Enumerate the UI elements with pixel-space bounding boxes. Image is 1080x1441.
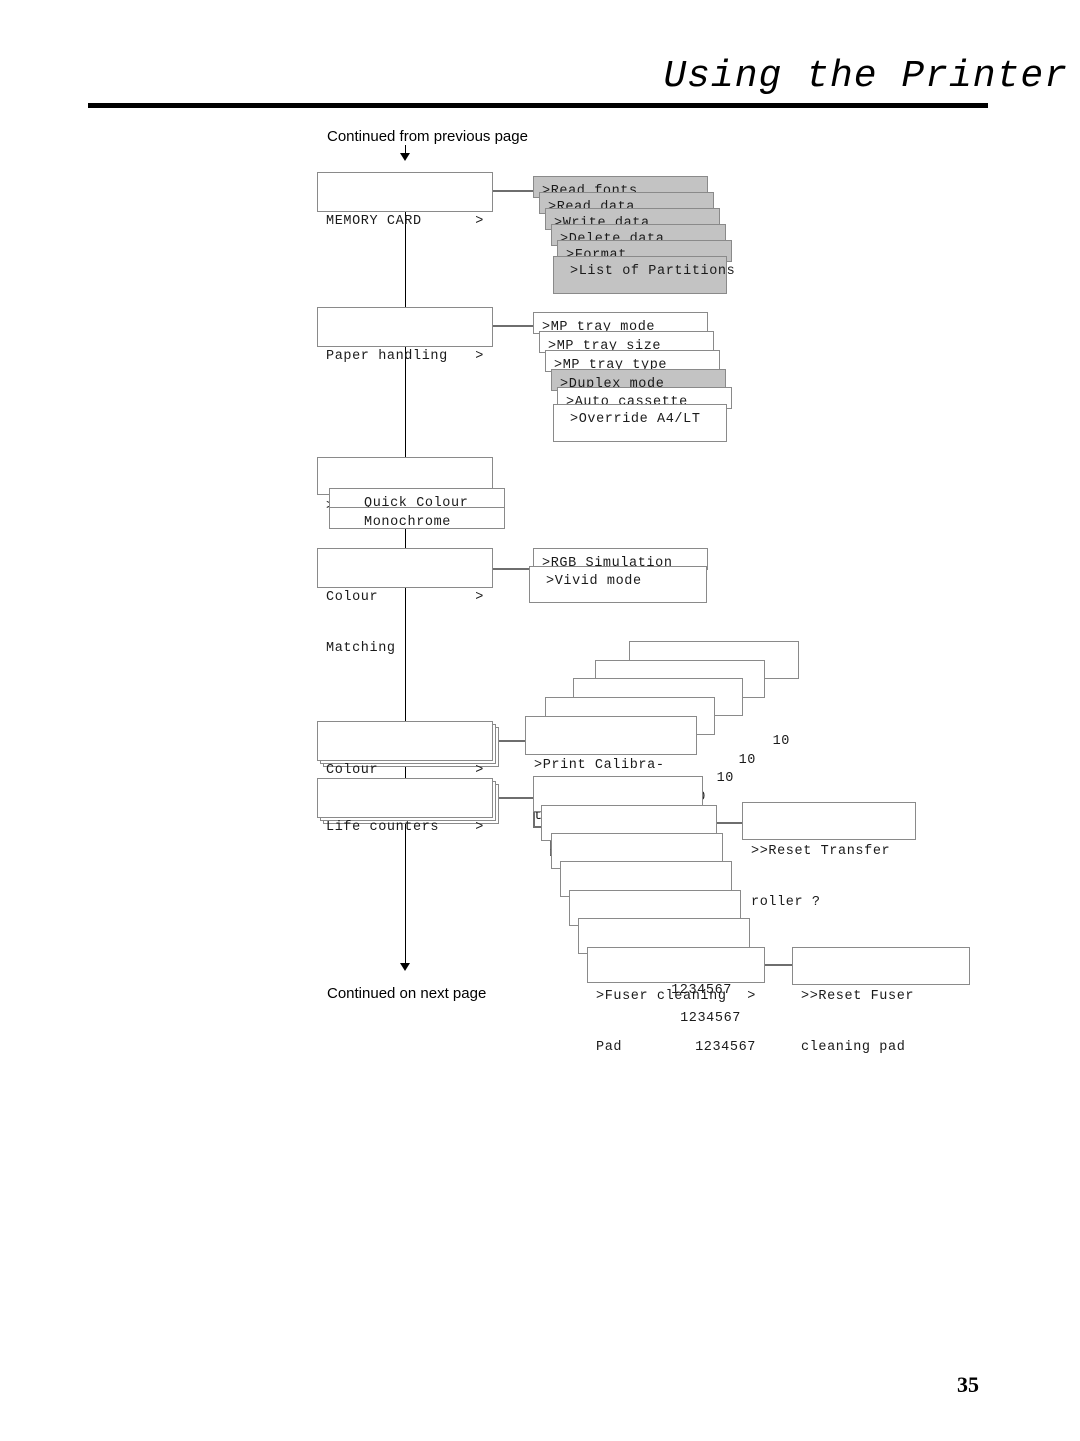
submenu-black-value: 10 — [772, 734, 790, 749]
confirm-reset-transfer-roller-line2: roller ? — [751, 895, 821, 910]
menu-life-counters[interactable]: Life counters > — [317, 778, 493, 835]
submenu-monochrome[interactable]: Monochrome — [329, 507, 505, 530]
submenu-print-calibration-page[interactable]: >Print Calibra- tion Page — [525, 716, 697, 824]
menu-memory-card-label: MEMORY CARD — [326, 214, 422, 229]
connector-colour-matching — [493, 568, 533, 570]
connector-reset-transfer-roller — [717, 822, 742, 824]
chevron-right-icon: > — [475, 349, 484, 364]
menu-colour-matching-label-line2: Matching — [326, 641, 396, 656]
submenu-list-of-partitions-label: >List of Partitions — [570, 264, 736, 279]
chevron-right-icon: > — [475, 590, 484, 605]
continued-from-previous-page-note: Continued from previous page — [327, 128, 528, 145]
confirm-reset-transfer-roller[interactable]: >>Reset Transfer roller ? — [742, 802, 916, 910]
submenu-vivid-mode-label: >Vivid mode — [546, 574, 642, 589]
confirm-reset-fuser-cleaning-pad-line2: cleaning pad — [801, 1040, 906, 1055]
spine-arrow-bottom — [400, 963, 410, 971]
submenu-yellow-value: 10 — [738, 753, 756, 768]
menu-paper-handling-label: Paper handling — [326, 349, 448, 364]
connector-paper-handling — [493, 325, 533, 327]
chevron-right-icon: > — [747, 989, 756, 1004]
submenu-list-of-partitions[interactable]: >List of Partitions — [553, 256, 736, 294]
menu-colour-calibration[interactable]: Colour> Calibration — [317, 721, 493, 829]
confirm-reset-fuser-cleaning-pad[interactable]: >>Reset Fuser cleaning pad — [792, 947, 970, 1055]
counter-fuser-cleaning-pad-value: 1234567 — [695, 1040, 756, 1055]
counter-fuser-cleaning-pad-label-line1: >Fuser cleaning — [596, 989, 727, 1004]
continued-on-next-page-note: Continued on next page — [327, 985, 487, 1002]
submenu-quick-colour[interactable]: Quick Colour — [329, 488, 505, 511]
page-title: Using the Printer — [663, 55, 1068, 98]
page-number: 35 — [957, 1372, 979, 1397]
submenu-override-a4-lt[interactable]: >Override A4/LT — [553, 404, 727, 442]
menu-colour-calibration-label-line1: Colour — [326, 763, 379, 778]
header-divider — [88, 103, 988, 108]
confirm-reset-transfer-roller-line1: >>Reset Transfer — [751, 844, 891, 859]
menu-colour-matching-label-line1: Colour — [326, 590, 379, 605]
counter-fuser-cleaning-pad-label-line2: Pad — [596, 1040, 623, 1055]
submenu-monochrome-label: Monochrome — [364, 515, 452, 530]
counter-fuser-cleaning-pad[interactable]: >Fuser cleaning > Pad 1234567 — [587, 947, 765, 1055]
submenu-magenta-value: 10 — [716, 771, 734, 786]
menu-life-counters-label: Life counters — [326, 820, 440, 835]
menu-memory-card[interactable]: MEMORY CARD > — [317, 172, 493, 229]
connector-memory-card — [493, 190, 533, 192]
spine-arrow-top — [400, 153, 410, 161]
menu-colour-matching[interactable]: Colour > Matching — [317, 548, 493, 656]
chevron-right-icon: > — [475, 214, 484, 229]
submenu-vivid-mode[interactable]: >Vivid mode — [529, 566, 707, 603]
confirm-reset-fuser-cleaning-pad-line1: >>Reset Fuser — [801, 989, 915, 1004]
connector-reset-fuser-cleaning-pad — [765, 964, 792, 966]
chevron-right-icon: > — [475, 820, 484, 835]
manual-page: Using the Printer Continued from previou… — [0, 0, 1080, 1441]
connector-life-counters — [499, 797, 533, 799]
chevron-right-icon: > — [475, 763, 484, 778]
submenu-print-calibration-page-label-line1: >Print Calibra- — [534, 758, 665, 773]
menu-paper-handling[interactable]: Paper handling > — [317, 307, 493, 364]
submenu-override-a4-lt-label: >Override A4/LT — [570, 412, 701, 427]
